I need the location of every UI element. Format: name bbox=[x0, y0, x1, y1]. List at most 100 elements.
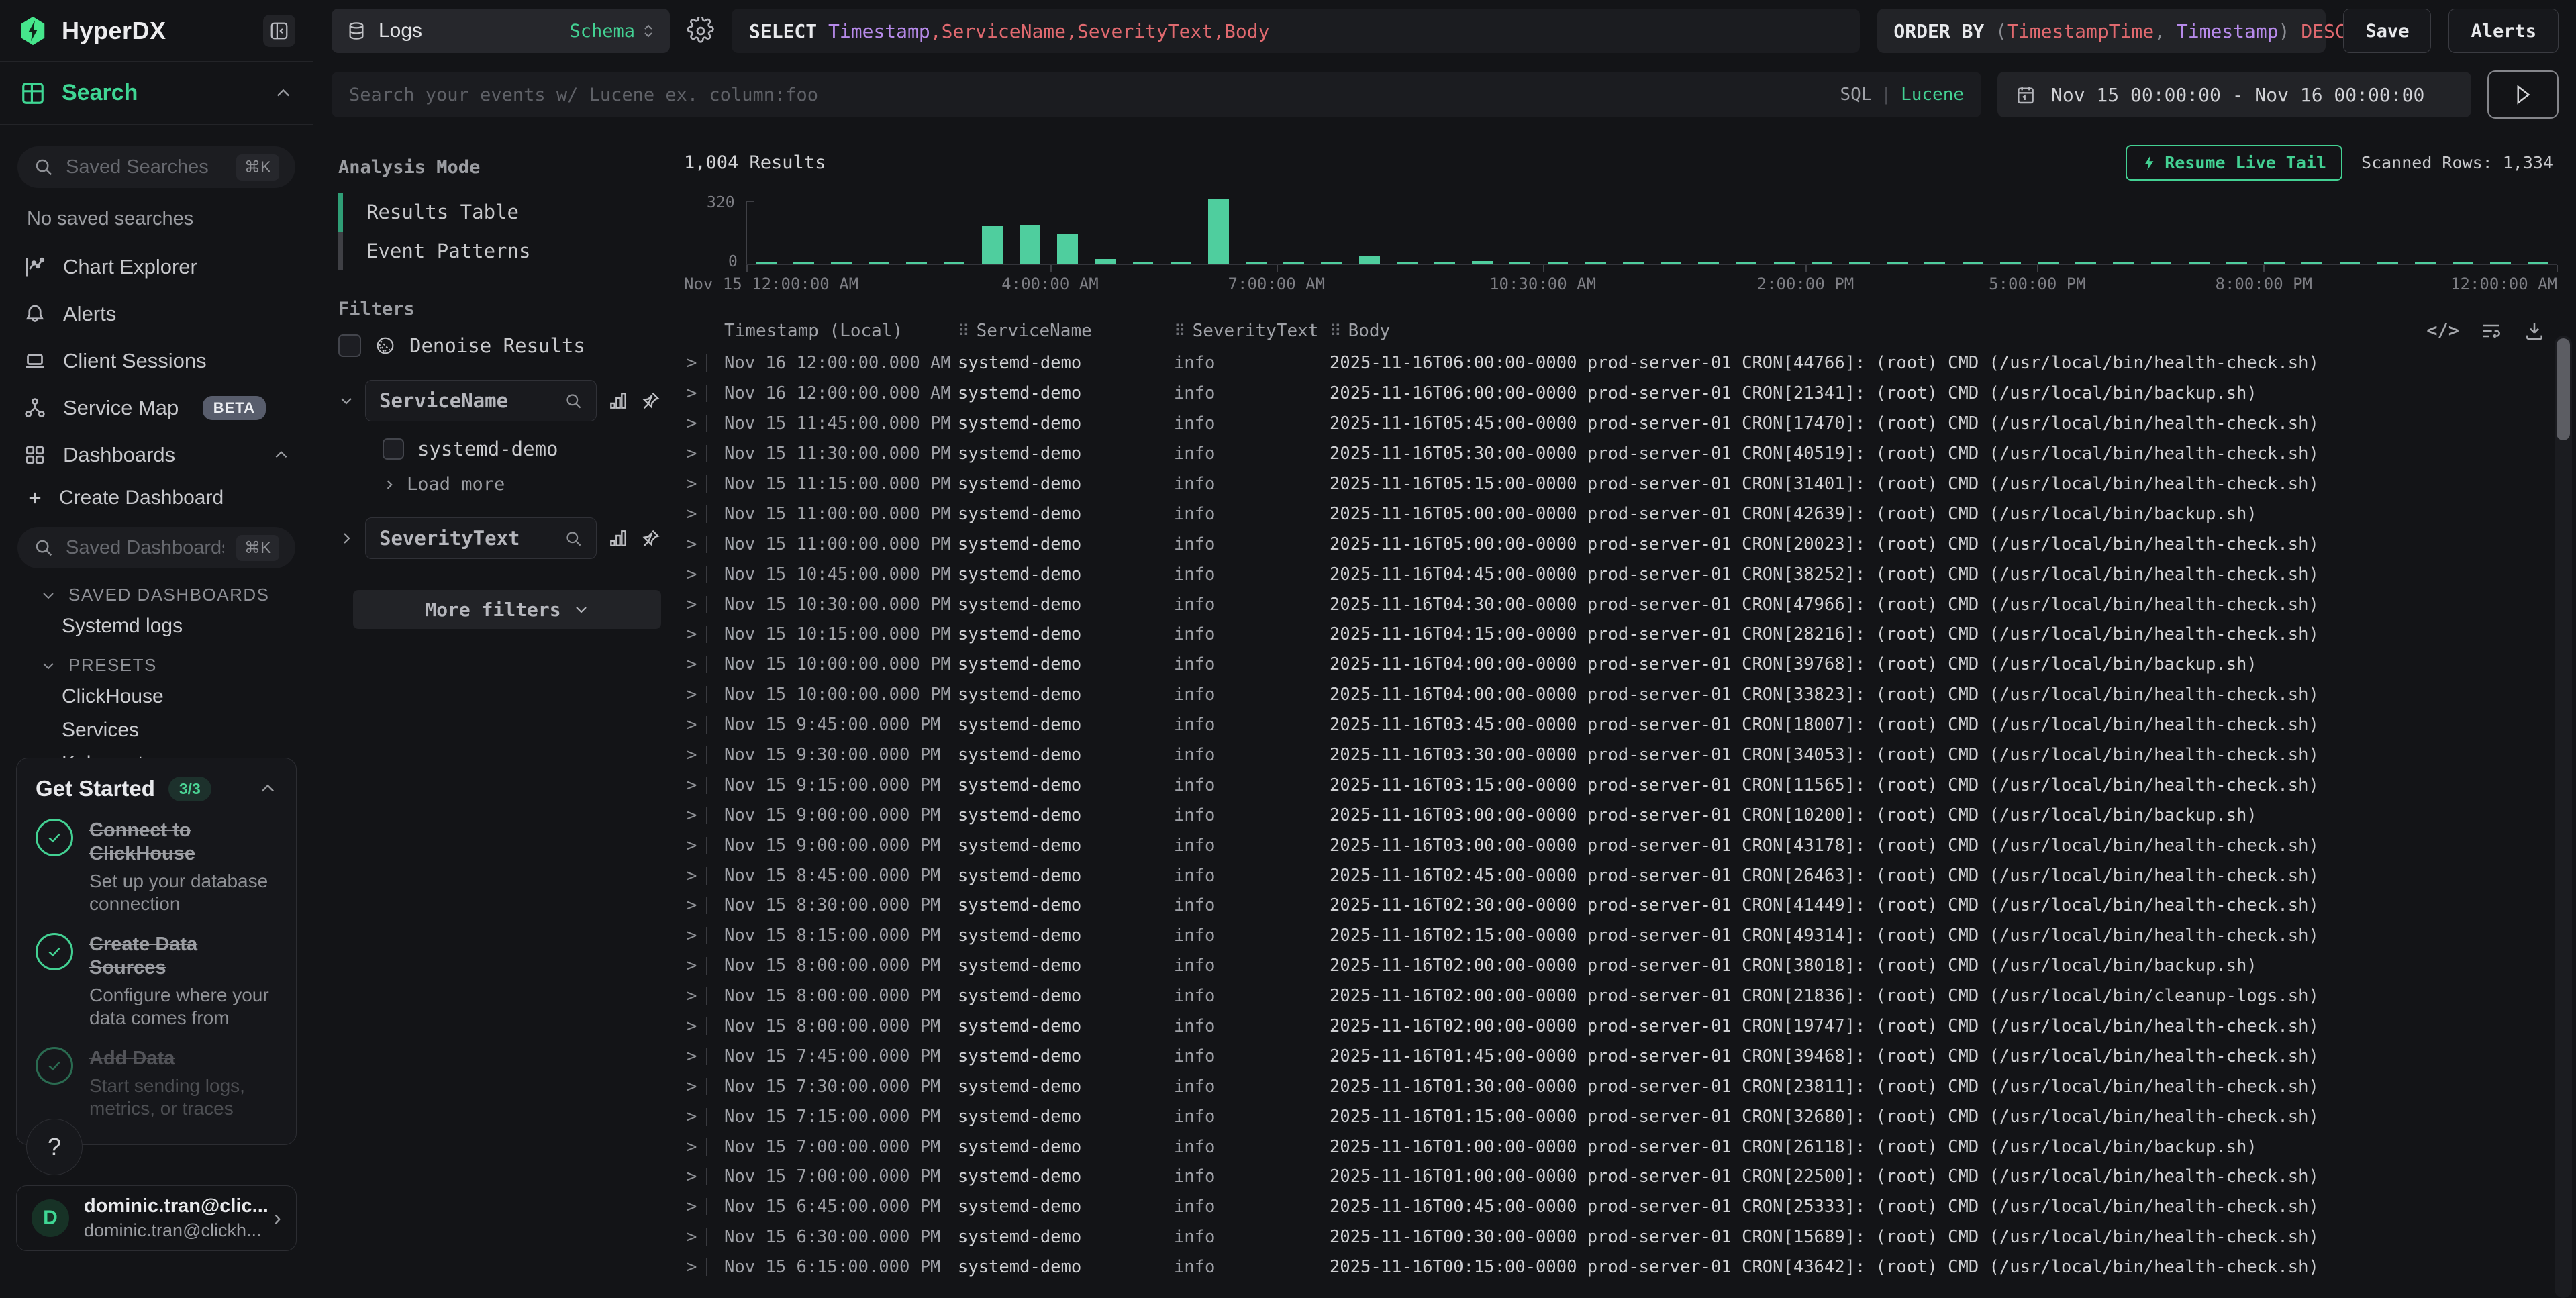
histogram-bucket[interactable] bbox=[1237, 262, 1275, 264]
filter-group-search[interactable]: SeverityText bbox=[365, 517, 597, 559]
table-row[interactable]: >Nov 15 8:15:00.000 PMsystemd-demoinfo20… bbox=[679, 921, 2576, 951]
table-row[interactable]: >Nov 15 6:30:00.000 PMsystemd-demoinfo20… bbox=[679, 1222, 2576, 1252]
alerts-button[interactable]: Alerts bbox=[2448, 9, 2559, 53]
create-dashboard-button[interactable]: Create Dashboard bbox=[17, 479, 295, 517]
sidebar-item-dashboards[interactable]: Dashboards bbox=[17, 432, 295, 479]
histogram-bucket[interactable] bbox=[936, 262, 973, 264]
histogram-bucket[interactable] bbox=[860, 262, 898, 264]
table-row[interactable]: >Nov 15 8:00:00.000 PMsystemd-demoinfo20… bbox=[679, 1011, 2576, 1042]
histogram-bucket[interactable] bbox=[2406, 262, 2444, 264]
chevron-down-icon[interactable] bbox=[338, 393, 354, 409]
save-button[interactable]: Save bbox=[2343, 9, 2431, 53]
select-columns-input[interactable]: SELECT Timestamp,ServiceName,SeverityTex… bbox=[732, 9, 1860, 53]
text-wrap-icon[interactable] bbox=[2481, 320, 2502, 342]
histogram-bucket[interactable] bbox=[2105, 262, 2142, 264]
table-row[interactable]: >Nov 15 6:45:00.000 PMsystemd-demoinfo20… bbox=[679, 1192, 2576, 1222]
table-row[interactable]: >Nov 15 7:30:00.000 PMsystemd-demoinfo20… bbox=[679, 1071, 2576, 1101]
histogram-bucket[interactable] bbox=[2482, 262, 2520, 264]
histogram-bucket[interactable] bbox=[2142, 262, 2180, 264]
row-expand-icon[interactable]: > bbox=[687, 986, 697, 1006]
table-row[interactable]: >Nov 15 10:15:00.000 PMsystemd-demoinfo2… bbox=[679, 619, 2576, 650]
order-by-input[interactable]: ORDER BY (TimestampTime, Timestamp) DESC bbox=[1877, 9, 2326, 53]
row-expand-icon[interactable]: > bbox=[687, 1016, 697, 1036]
schema-toggle[interactable]: Schema bbox=[569, 21, 655, 42]
table-row[interactable]: >Nov 15 8:00:00.000 PMsystemd-demoinfo20… bbox=[679, 951, 2576, 981]
filter-value-checkbox[interactable] bbox=[383, 438, 404, 460]
row-expand-icon[interactable]: > bbox=[687, 1137, 697, 1157]
table-row[interactable]: >Nov 15 11:15:00.000 PMsystemd-demoinfo2… bbox=[679, 469, 2576, 499]
row-expand-icon[interactable]: > bbox=[687, 1257, 697, 1277]
row-expand-icon[interactable]: > bbox=[687, 1197, 697, 1217]
sidebar-item-client-sessions[interactable]: Client Sessions bbox=[17, 338, 295, 385]
lucene-mode-toggle[interactable]: Lucene bbox=[1901, 85, 1964, 105]
scrollbar-thumb[interactable] bbox=[2557, 338, 2570, 440]
histogram-bucket[interactable] bbox=[2180, 262, 2218, 264]
row-expand-icon[interactable]: > bbox=[687, 595, 697, 615]
denoise-checkbox[interactable] bbox=[338, 334, 361, 357]
row-expand-icon[interactable]: > bbox=[687, 624, 697, 644]
drag-handle-icon[interactable]: ⠿ bbox=[1330, 321, 1342, 340]
row-expand-icon[interactable]: > bbox=[687, 775, 697, 795]
run-query-button[interactable] bbox=[2487, 70, 2559, 119]
bar-chart-icon[interactable] bbox=[607, 528, 629, 549]
help-button[interactable]: ? bbox=[26, 1119, 83, 1175]
histogram-bucket[interactable] bbox=[1728, 262, 1765, 264]
sidebar-item-alerts[interactable]: Alerts bbox=[17, 291, 295, 338]
pin-icon[interactable] bbox=[640, 390, 661, 411]
histogram-bucket[interactable] bbox=[1991, 262, 2029, 264]
row-expand-icon[interactable]: > bbox=[687, 805, 697, 826]
row-expand-icon[interactable]: > bbox=[687, 715, 697, 735]
histogram-bucket[interactable] bbox=[1501, 262, 1539, 264]
histogram-bucket[interactable] bbox=[2520, 262, 2557, 264]
histogram-bucket[interactable] bbox=[822, 262, 860, 264]
row-expand-icon[interactable]: > bbox=[687, 474, 697, 494]
dashboard-link-systemd-logs[interactable]: Systemd logs bbox=[62, 613, 295, 639]
column-header-severitytext[interactable]: ⠿SeverityText bbox=[1174, 321, 1330, 341]
histogram-bucket[interactable] bbox=[1954, 262, 1991, 264]
histogram-bucket[interactable] bbox=[1539, 262, 1577, 264]
histogram-bucket[interactable] bbox=[2444, 262, 2481, 264]
histogram-bucket[interactable] bbox=[1313, 262, 1350, 264]
table-row[interactable]: >Nov 15 7:00:00.000 PMsystemd-demoinfo20… bbox=[679, 1162, 2576, 1192]
table-row[interactable]: >Nov 15 6:15:00.000 PMsystemd-demoinfo20… bbox=[679, 1252, 2576, 1283]
table-row[interactable]: >Nov 15 10:45:00.000 PMsystemd-demoinfo2… bbox=[679, 559, 2576, 589]
column-header-body[interactable]: ⠿Body bbox=[1330, 321, 2576, 341]
get-started-step-add-data[interactable]: Add Data Start sending logs, metrics, or… bbox=[36, 1047, 277, 1120]
row-expand-icon[interactable]: > bbox=[687, 413, 697, 434]
table-row[interactable]: >Nov 15 10:30:00.000 PMsystemd-demoinfo2… bbox=[679, 589, 2576, 619]
source-settings-gear-icon[interactable] bbox=[687, 17, 714, 44]
row-expand-icon[interactable]: > bbox=[687, 504, 697, 524]
saved-dashboards-search[interactable]: ⌘K bbox=[17, 527, 295, 568]
bar-chart-icon[interactable] bbox=[607, 390, 629, 411]
chevron-up-icon[interactable] bbox=[274, 84, 293, 103]
row-expand-icon[interactable]: > bbox=[687, 956, 697, 976]
event-search-input[interactable] bbox=[349, 85, 1826, 105]
table-row[interactable]: >Nov 16 12:00:00.000 AMsystemd-demoinfo2… bbox=[679, 348, 2576, 379]
histogram-bucket[interactable] bbox=[1162, 262, 1199, 264]
pin-icon[interactable] bbox=[640, 528, 661, 549]
row-expand-icon[interactable]: > bbox=[687, 564, 697, 585]
histogram-bucket[interactable] bbox=[1275, 262, 1313, 264]
histogram-bucket[interactable] bbox=[898, 262, 936, 264]
table-row[interactable]: >Nov 15 7:15:00.000 PMsystemd-demoinfo20… bbox=[679, 1101, 2576, 1132]
histogram-bucket[interactable] bbox=[1350, 256, 1388, 264]
load-more-button[interactable]: Load more bbox=[383, 474, 661, 495]
user-menu[interactable]: D dominic.tran@clic... dominic.tran@clic… bbox=[16, 1185, 297, 1251]
histogram-bucket[interactable] bbox=[1916, 262, 1954, 264]
histogram-bucket[interactable] bbox=[785, 262, 822, 264]
histogram-bucket[interactable] bbox=[1652, 262, 1690, 264]
histogram-bucket[interactable] bbox=[1087, 259, 1124, 264]
sidebar-item-chart-explorer[interactable]: Chart Explorer bbox=[17, 244, 295, 291]
table-row[interactable]: >Nov 15 11:45:00.000 PMsystemd-demoinfo2… bbox=[679, 409, 2576, 439]
histogram-bucket[interactable] bbox=[1765, 262, 1803, 264]
histogram-bucket[interactable] bbox=[747, 262, 785, 264]
row-expand-icon[interactable]: > bbox=[687, 383, 697, 403]
histogram-plot[interactable] bbox=[746, 201, 2557, 265]
drag-handle-icon[interactable]: ⠿ bbox=[1174, 321, 1186, 340]
table-row[interactable]: >Nov 15 7:00:00.000 PMsystemd-demoinfo20… bbox=[679, 1132, 2576, 1162]
column-header-servicename[interactable]: ⠿ServiceName bbox=[958, 321, 1174, 341]
table-row[interactable]: >Nov 15 9:15:00.000 PMsystemd-demoinfo20… bbox=[679, 770, 2576, 800]
row-expand-icon[interactable]: > bbox=[687, 1046, 697, 1066]
row-expand-icon[interactable]: > bbox=[687, 895, 697, 915]
drag-handle-icon[interactable]: ⠿ bbox=[958, 321, 970, 340]
